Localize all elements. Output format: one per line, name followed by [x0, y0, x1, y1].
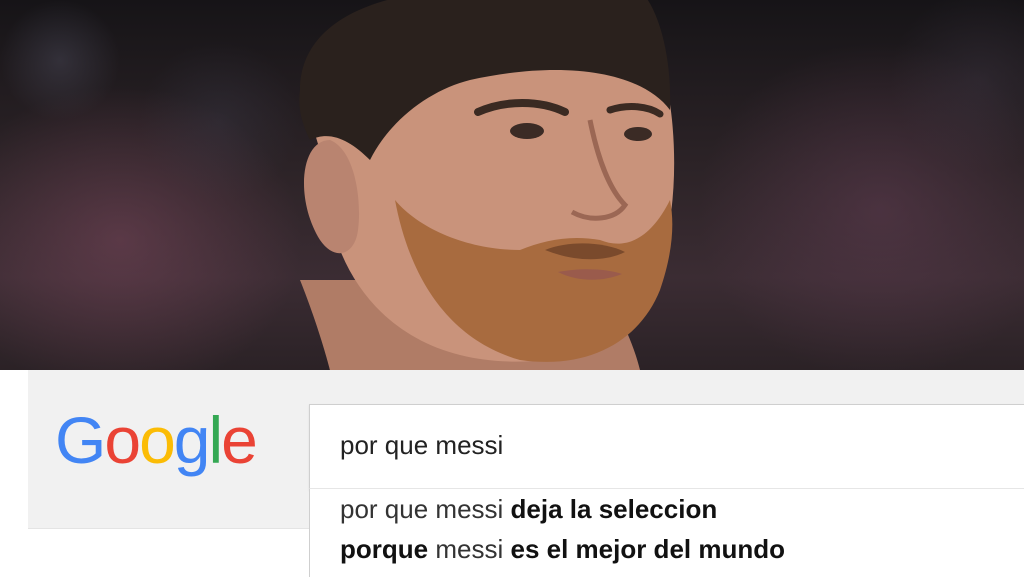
logo-letter: e: [221, 403, 258, 477]
suggestion-bold-start: porque: [340, 534, 429, 564]
search-query-text: por que messi: [340, 430, 504, 460]
logo-letter: G: [55, 403, 106, 477]
header-photo: [0, 0, 1024, 370]
suggestion-completion: deja la seleccion: [510, 494, 718, 524]
logo-letter: o: [104, 403, 141, 477]
logo-letter: g: [173, 403, 211, 477]
suggestion-item[interactable]: porque messi es el mejor del mundo: [340, 534, 785, 565]
suggestion-prefix: por que messi: [340, 494, 504, 524]
google-logo: Google: [55, 400, 258, 480]
suggestion-item[interactable]: por que messi deja la seleccion: [340, 494, 717, 525]
suggestion-completion: es el mejor del mundo: [510, 534, 785, 564]
portrait-figure: [299, 0, 675, 370]
suggestion-middle: messi: [435, 534, 504, 564]
logo-letter: l: [208, 403, 224, 477]
logo-letter: o: [139, 403, 176, 477]
